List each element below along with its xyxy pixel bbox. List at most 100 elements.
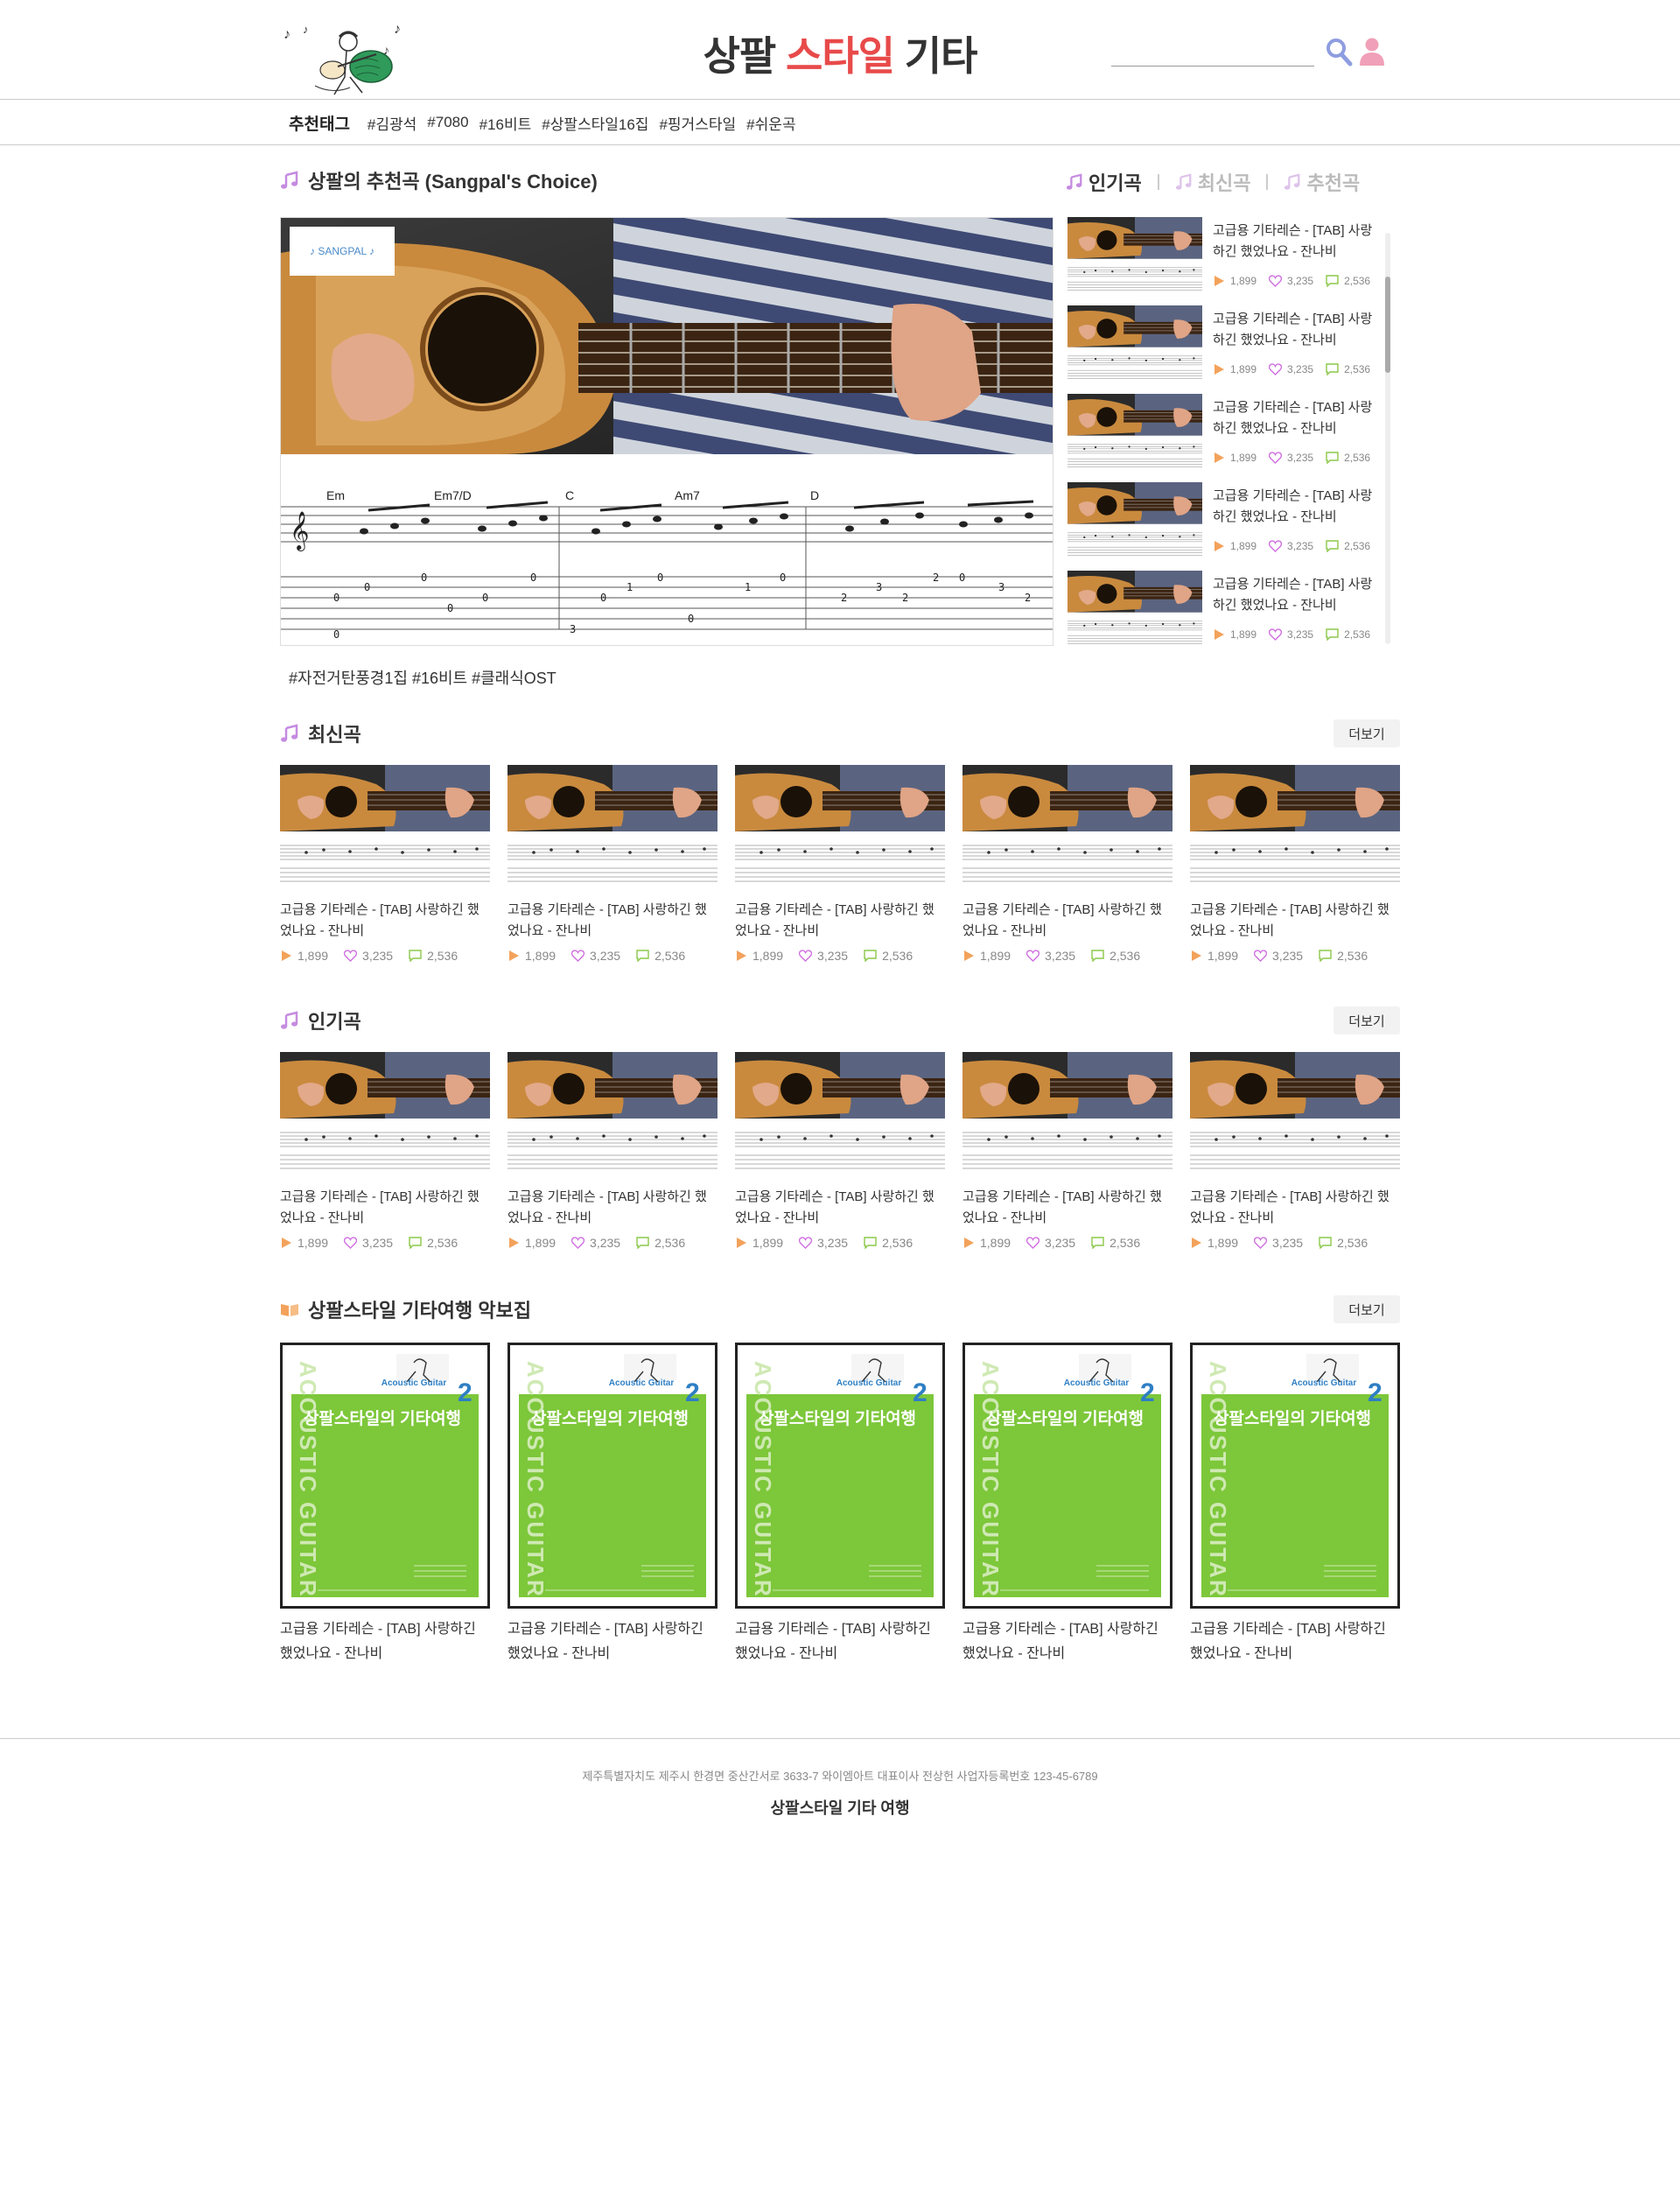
book-card-title: 고급용 기타레슨 - [TAB] 사랑하긴 했었나요 - 잔나비	[508, 1622, 704, 1661]
comment-icon	[409, 1237, 422, 1249]
side-list-item[interactable]: 고급용 기타레슨 - [TAB] 사랑하긴 했었나요 - 잔나비 1,899 3…	[1068, 394, 1393, 482]
book-card-title: 고급용 기타레슨 - [TAB] 사랑하긴 했었나요 - 잔나비	[280, 1622, 476, 1661]
books-title: 상팔스타일 기타여행 악보집	[308, 1300, 532, 1322]
like-count: 3,235	[1026, 1236, 1075, 1250]
lesson-thumbnail	[962, 1052, 1172, 1175]
song-card-thumbnail	[280, 765, 490, 887]
book-card[interactable]: ACOUSTIC GUITAR Acoustic Guitar 2 상팔스타일의…	[1190, 1343, 1400, 1666]
side-list-item[interactable]: 고급용 기타레슨 - [TAB] 사랑하긴 했었나요 - 잔나비 1,899 3…	[1068, 571, 1393, 646]
side-list-item[interactable]: 고급용 기타레슨 - [TAB] 사랑하긴 했었나요 - 잔나비 1,899 3…	[1068, 305, 1393, 394]
song-card[interactable]: 고급용 기타레슨 - [TAB] 사랑하긴 했었나요 - 잔나비 1,899 3…	[735, 1052, 945, 1250]
song-card[interactable]: 고급용 기타레슨 - [TAB] 사랑하긴 했었나요 - 잔나비 1,899 3…	[962, 1052, 1172, 1250]
heart-icon	[571, 1237, 585, 1249]
side-tabs: 인기곡 최신곡 추천곡	[1066, 168, 1360, 196]
play-count: 1,899	[962, 949, 1011, 963]
heart-icon	[799, 950, 813, 962]
tag-link[interactable]: #16비트	[480, 112, 532, 134]
svg-text:0: 0	[333, 628, 340, 641]
play-count: 1,899	[735, 949, 783, 963]
chord-label: C	[565, 488, 574, 502]
lesson-thumbnail	[735, 765, 945, 887]
song-card[interactable]: 고급용 기타레슨 - [TAB] 사랑하긴 했었나요 - 잔나비 1,899 3…	[962, 765, 1172, 963]
tag-link[interactable]: #핑거스타일	[659, 112, 736, 134]
play-count: 1,899	[1213, 363, 1256, 375]
play-count-value: 1,899	[298, 949, 329, 963]
tag-link[interactable]: #쉬운곡	[746, 112, 795, 134]
play-icon	[964, 950, 974, 961]
tagbar-title: 추천태그	[289, 115, 350, 134]
song-card[interactable]: 고급용 기타레슨 - [TAB] 사랑하긴 했었나요 - 잔나비 1,899 3…	[1190, 765, 1400, 963]
lesson-thumbnail	[280, 1052, 490, 1175]
search-input[interactable]	[1111, 40, 1314, 65]
tag-link[interactable]: #상팔스타일16집	[542, 112, 648, 134]
song-card-thumbnail	[962, 765, 1172, 887]
book-card[interactable]: ACOUSTIC GUITAR Acoustic Guitar 2 상팔스타일의…	[735, 1343, 945, 1666]
lesson-thumbnail	[1190, 1052, 1400, 1175]
play-count: 1,899	[1213, 452, 1256, 464]
song-card[interactable]: 고급용 기타레슨 - [TAB] 사랑하긴 했었나요 - 잔나비 1,899 3…	[508, 1052, 718, 1250]
like-count-value: 3,235	[1287, 275, 1314, 287]
like-count-value: 3,235	[1287, 628, 1314, 641]
song-card[interactable]: 고급용 기타레슨 - [TAB] 사랑하긴 했었나요 - 잔나비 1,899 3…	[1190, 1052, 1400, 1250]
play-icon	[964, 1238, 974, 1248]
song-card-stats: 1,899 3,235 2,536	[962, 949, 1172, 963]
tag-link[interactable]: #7080	[427, 114, 468, 131]
tab-divider	[1266, 174, 1269, 190]
side-list-item[interactable]: 고급용 기타레슨 - [TAB] 사랑하긴 했었나요 - 잔나비 1,899 3…	[1068, 482, 1393, 571]
book-cover: ACOUSTIC GUITAR Acoustic Guitar 2 상팔스타일의…	[508, 1343, 718, 1609]
side-item-thumbnail	[1068, 571, 1202, 646]
like-count: 3,235	[1269, 275, 1313, 287]
music-note-icon	[281, 171, 298, 189]
comment-count: 2,536	[1091, 949, 1140, 963]
side-list-item[interactable]: 고급용 기타레슨 - [TAB] 사랑하긴 했었나요 - 잔나비 1,899 3…	[1068, 217, 1393, 305]
song-card[interactable]: 고급용 기타레슨 - [TAB] 사랑하긴 했었나요 - 잔나비 1,899 3…	[280, 1052, 490, 1250]
like-count-value: 3,235	[817, 1236, 849, 1250]
side-list-scrollbar[interactable]	[1385, 233, 1390, 644]
comment-icon	[1319, 950, 1332, 962]
play-count-value: 1,899	[752, 1236, 784, 1250]
comment-count: 2,536	[1091, 1236, 1140, 1250]
tab-popular[interactable]: 인기곡	[1066, 168, 1142, 196]
latest-more-button[interactable]: 더보기	[1334, 719, 1400, 747]
book-card[interactable]: ACOUSTIC GUITAR Acoustic Guitar 2 상팔스타일의…	[962, 1343, 1172, 1666]
song-card[interactable]: 고급용 기타레슨 - [TAB] 사랑하긴 했었나요 - 잔나비 1,899 3…	[735, 765, 945, 963]
scrollbar-thumb[interactable]	[1385, 277, 1390, 373]
tab-recommended-label: 추천곡	[1306, 172, 1361, 194]
search-field	[1111, 40, 1314, 67]
books-more-button[interactable]: 더보기	[1334, 1295, 1400, 1323]
song-card[interactable]: 고급용 기타레슨 - [TAB] 사랑하긴 했었나요 - 잔나비 1,899 3…	[508, 765, 718, 963]
book-card-title: 고급용 기타레슨 - [TAB] 사랑하긴 했었나요 - 잔나비	[1190, 1622, 1386, 1661]
heart-icon	[344, 1237, 358, 1249]
music-note-icon	[281, 724, 298, 742]
play-count-value: 1,899	[525, 1236, 556, 1250]
recommend-tags[interactable]: #자전거탄풍경1집 #16비트 #클래식OST	[289, 666, 556, 689]
popular-more-button[interactable]: 더보기	[1334, 1006, 1400, 1034]
play-count-value: 1,899	[980, 949, 1012, 963]
like-count: 3,235	[571, 1236, 620, 1250]
like-count: 3,235	[344, 1236, 393, 1250]
side-item-title: 고급용 기타레슨 - [TAB] 사랑하긴 했었나요 - 잔나비	[1213, 400, 1373, 436]
tab-recommended[interactable]: 추천곡	[1284, 168, 1360, 196]
song-card-thumbnail	[508, 1052, 718, 1175]
comment-count: 2,536	[409, 1236, 458, 1250]
book-card[interactable]: ACOUSTIC GUITAR Acoustic Guitar 2 상팔스타일의…	[508, 1343, 718, 1666]
play-count: 1,899	[962, 1236, 1011, 1250]
user-icon[interactable]	[1358, 37, 1386, 67]
song-card-stats: 1,899 3,235 2,536	[508, 949, 718, 963]
search-icon[interactable]	[1325, 37, 1353, 67]
heart-icon	[1026, 1237, 1040, 1249]
title-end: 기타	[893, 33, 978, 79]
tab-latest[interactable]: 최신곡	[1175, 168, 1250, 196]
play-count-value: 1,899	[1208, 949, 1239, 963]
svg-text:0: 0	[333, 592, 340, 604]
song-card[interactable]: 고급용 기타레슨 - [TAB] 사랑하긴 했었나요 - 잔나비 1,899 3…	[280, 765, 490, 963]
featured-video[interactable]: ♪ SANGPAL ♪ 𝄞 Em Em7/D C Am7 D 0 0 0 0 0…	[280, 217, 1054, 646]
tag-link[interactable]: #김광석	[368, 112, 416, 134]
title-accent: 스타일	[786, 33, 895, 79]
comment-icon	[864, 950, 877, 962]
svg-text:0: 0	[959, 572, 965, 584]
cover-title: 상팔스타일의 기타여행	[304, 1409, 461, 1428]
comment-icon	[1326, 628, 1339, 641]
popular-section: 인기곡 더보기 고급용 기타레슨 - [TAB] 사랑하긴 했었나요 - 잔나비…	[280, 1003, 1400, 1250]
book-card[interactable]: ACOUSTIC GUITAR Acoustic Guitar 2 상팔스타일의…	[280, 1343, 490, 1666]
